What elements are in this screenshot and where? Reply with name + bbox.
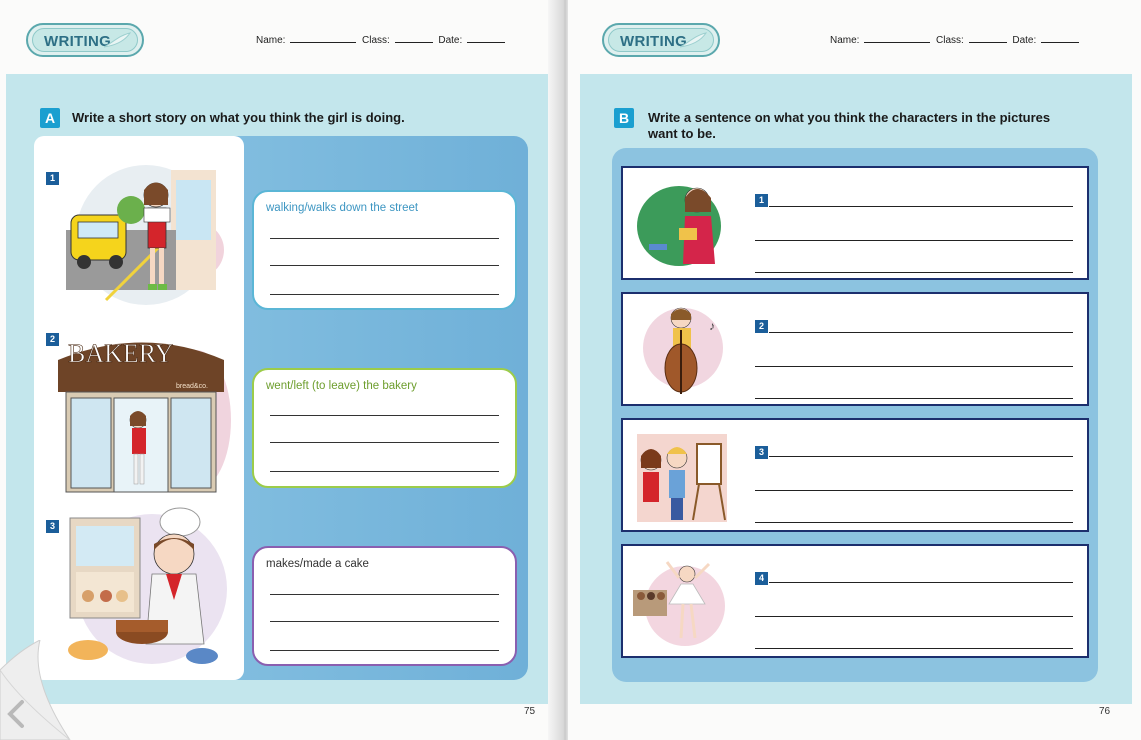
hint-3: makes/made a cake: [266, 558, 369, 570]
exercise-panel-b: B Write a sentence on what you think the…: [580, 74, 1132, 704]
svg-text:♪: ♪: [709, 319, 715, 333]
girl-walking-picture: [66, 165, 224, 305]
name-field[interactable]: [864, 42, 931, 43]
feather-icon: [103, 32, 132, 48]
writing-line: [755, 272, 1073, 273]
ballet-dancer-picture: [633, 561, 725, 646]
writing-line: [270, 294, 499, 295]
section-b-instruction: Write a sentence on what you think the c…: [648, 110, 1068, 142]
name-label: Name:: [256, 35, 286, 46]
writing-line: [769, 206, 1073, 207]
answer-row-1[interactable]: 1: [621, 166, 1089, 280]
bakery-sign-text: BAKERY: [68, 339, 174, 368]
answer-box-2[interactable]: went/left (to leave) the bakery: [252, 368, 517, 488]
instruction-line-2: want to be.: [648, 126, 716, 141]
page-number-right: 76: [1099, 706, 1111, 717]
answer-row-3[interactable]: 3: [621, 418, 1089, 532]
bakery-sub-sign: bread&co.: [176, 383, 208, 390]
row-number-4: 4: [755, 572, 768, 585]
writing-line: [755, 522, 1073, 523]
name-label: Name:: [830, 35, 860, 46]
hint-1: walking/walks down the street: [266, 202, 419, 214]
feather-icon: [679, 32, 708, 48]
date-label: Date:: [1012, 35, 1037, 46]
page-number-left: 75: [524, 706, 536, 717]
left-page: WRITING Name: Class: Date: A Write a sho…: [0, 0, 560, 740]
class-label: Class:: [936, 35, 964, 46]
row-number-3: 3: [755, 446, 768, 459]
writing-line: [755, 490, 1073, 491]
answer-row-4[interactable]: 4: [621, 544, 1089, 658]
bakery-picture: BAKERY bread&co.: [58, 339, 231, 493]
right-page: WRITING Name: Class: Date: B Write a sen…: [568, 0, 1141, 740]
writing-line: [769, 332, 1073, 333]
student-info-header: Name: Class: Date:: [256, 35, 506, 46]
writing-line: [755, 240, 1073, 241]
writing-badge: WRITING: [602, 23, 720, 57]
item-number-3: 3: [46, 520, 59, 533]
instruction-line-1: Write a sentence on what you think the c…: [648, 110, 1051, 125]
girl-baking-picture: [68, 507, 227, 664]
page-curl-back-button[interactable]: [0, 640, 80, 740]
cellist-picture: ♪: [643, 307, 723, 394]
date-label: Date:: [438, 35, 463, 46]
writing-line: [755, 398, 1073, 399]
writing-line: [270, 415, 499, 416]
writing-line: [270, 238, 499, 239]
writing-line: [270, 621, 499, 622]
section-a-badge: A: [40, 108, 60, 128]
hint-2: went/left (to leave) the bakery: [266, 380, 417, 392]
class-label: Class:: [362, 35, 390, 46]
row-number-2: 2: [755, 320, 768, 333]
class-field[interactable]: [394, 42, 433, 43]
answer-row-2[interactable]: ♪ 2: [621, 292, 1089, 406]
row-number-1: 1: [755, 194, 768, 207]
writing-line: [270, 650, 499, 651]
answer-box-3[interactable]: makes/made a cake: [252, 546, 517, 666]
class-field[interactable]: [968, 42, 1007, 43]
writing-line: [755, 616, 1073, 617]
exercise-panel-a: A Write a short story on what you think …: [6, 74, 554, 704]
writing-line: [270, 471, 499, 472]
section-a-instruction: Write a short story on what you think th…: [72, 110, 405, 125]
writing-line: [270, 265, 499, 266]
painter-picture: [637, 434, 727, 522]
answer-box-1[interactable]: walking/walks down the street: [252, 190, 517, 310]
section-b-badge: B: [614, 108, 634, 128]
teacher-picture: [637, 186, 721, 266]
writing-badge: WRITING: [26, 23, 144, 57]
writing-line: [769, 582, 1073, 583]
date-field[interactable]: [1041, 42, 1080, 43]
student-info-header: Name: Class: Date:: [830, 35, 1080, 46]
writing-line: [755, 366, 1073, 367]
writing-line: [270, 594, 499, 595]
name-field[interactable]: [290, 42, 357, 43]
date-field[interactable]: [467, 42, 506, 43]
writing-line: [769, 456, 1073, 457]
writing-line: [270, 442, 499, 443]
writing-line: [755, 648, 1073, 649]
